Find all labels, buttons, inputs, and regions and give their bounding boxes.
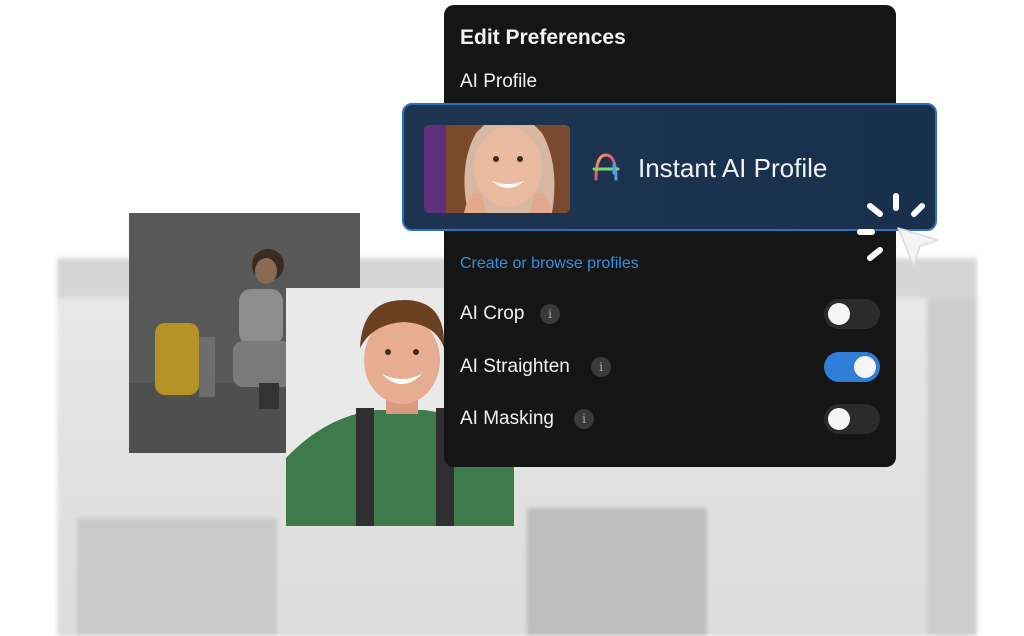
click-sparkle-cursor-icon	[850, 188, 945, 278]
info-icon[interactable]: i	[574, 409, 594, 429]
profile-thumbnail-photo	[424, 125, 570, 213]
background-sidebar	[927, 298, 977, 636]
ai-straighten-toggle[interactable]	[824, 352, 880, 382]
background-thumbnail	[527, 508, 707, 636]
info-icon[interactable]: i	[591, 357, 611, 377]
ai-profile-heading: AI Profile	[460, 71, 538, 92]
info-icon[interactable]: i	[540, 304, 560, 324]
toggle-knob	[828, 408, 850, 430]
background-thumbnail	[77, 518, 277, 636]
ai-crop-toggle[interactable]	[824, 299, 880, 329]
instant-ai-profile-label: Instant AI Profile	[638, 153, 828, 183]
create-or-browse-profiles-link[interactable]: Create or browse profiles	[460, 255, 639, 273]
toggle-knob	[854, 356, 876, 378]
panel-title: Edit Preferences	[460, 26, 626, 49]
ai-masking-toggle[interactable]	[824, 404, 880, 434]
toggle-row-ai-crop: AI Crop i	[460, 299, 880, 331]
toggle-row-ai-straighten: AI Straighten i	[460, 352, 880, 384]
toggle-knob	[828, 303, 850, 325]
ai-profile-logo-icon	[588, 149, 624, 185]
ai-crop-label: AI Crop	[460, 303, 525, 324]
ai-straighten-label: AI Straighten	[460, 356, 570, 377]
toggle-row-ai-masking: AI Masking i	[460, 404, 880, 436]
edit-preferences-panel: Edit Preferences AI Profile Create or br…	[444, 5, 896, 467]
ai-masking-label: AI Masking	[460, 408, 554, 429]
